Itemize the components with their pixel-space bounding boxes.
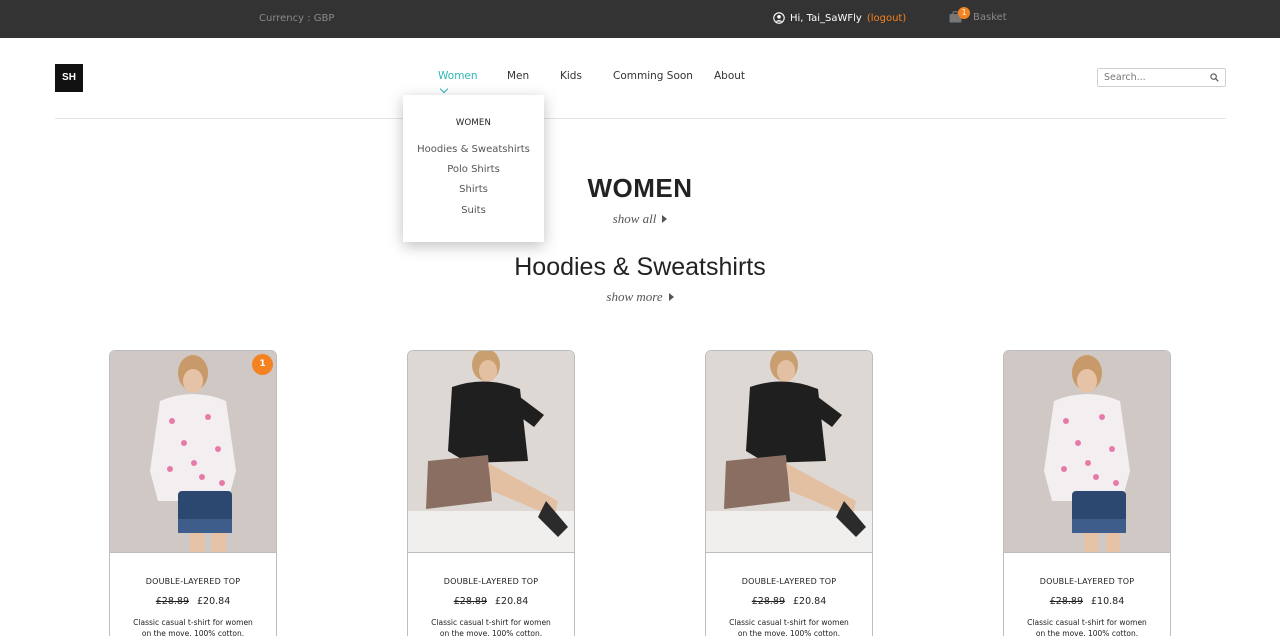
nav-item-kids[interactable]: Kids (560, 70, 582, 82)
current-price: £10.84 (1091, 596, 1125, 607)
category-title: WOMEN (587, 173, 693, 203)
product-image[interactable] (706, 351, 872, 553)
current-price: £20.84 (495, 596, 529, 607)
product-card[interactable]: DOUBLE-LAYERED TOP £28.89 £20.84 Classic … (705, 350, 873, 636)
product-image[interactable]: 1 (110, 351, 276, 553)
product-prices: £28.89 £10.84 (1004, 596, 1170, 607)
old-price: £28.89 (1049, 596, 1083, 607)
logout-link[interactable]: logout (871, 13, 903, 24)
main-nav: Women Men Kids Comming Soon About (0, 70, 1280, 90)
product-description: Classic casual t-shirt for women on the … (729, 618, 849, 636)
product-prices: £28.89 £20.84 (706, 596, 872, 607)
caret-right-icon (668, 293, 674, 301)
header-divider (55, 118, 1226, 119)
product-image[interactable] (1004, 351, 1170, 553)
current-price: £20.84 (793, 596, 827, 607)
nav-item-men[interactable]: Men (507, 70, 529, 82)
dropdown-item-hoodies[interactable]: Hoodies & Sweatshirts (403, 144, 544, 155)
product-title: DOUBLE-LAYERED TOP (1039, 577, 1135, 586)
product-card[interactable]: DOUBLE-LAYERED TOP £28.89 £20.84 Classic … (407, 350, 575, 636)
old-price: £28.89 (453, 596, 487, 607)
show-more-link[interactable]: show more (0, 289, 1280, 305)
nav-item-about[interactable]: About (714, 70, 745, 82)
women-dropdown-menu: WOMEN Hoodies & Sweatshirts Polo Shirts … (403, 95, 544, 242)
show-all-label: show all (612, 211, 657, 226)
product-prices: £28.89 £20.84 (110, 596, 276, 607)
old-price: £28.89 (155, 596, 189, 607)
product-card[interactable]: 1 DOUBLE-LAYERED TOP £28.89 £20.84 Classi… (109, 350, 277, 636)
product-title: DOUBLE-LAYERED TOP (145, 577, 241, 586)
product-description: Classic casual t-shirt for women on the … (431, 618, 551, 636)
product-title: DOUBLE-LAYERED TOP (443, 577, 539, 586)
show-more-label: show more (606, 289, 663, 304)
nav-item-women[interactable]: Women (438, 70, 478, 82)
basket-count-badge: 1 (958, 7, 970, 19)
product-badge: 1 (252, 354, 273, 375)
product-prices: £28.89 £20.84 (408, 596, 574, 607)
current-price: £20.84 (197, 596, 231, 607)
product-image[interactable] (408, 351, 574, 553)
dropdown-item-polo-shirts[interactable]: Polo Shirts (403, 164, 544, 175)
dropdown-item-shirts[interactable]: Shirts (403, 184, 544, 195)
search-icon[interactable] (1210, 73, 1219, 82)
product-description: Classic casual t-shirt for women on the … (1027, 618, 1147, 636)
old-price: £28.89 (751, 596, 785, 607)
caret-right-icon (662, 215, 668, 223)
dropdown-title: WOMEN (455, 118, 492, 128)
show-all-link[interactable]: show all (0, 211, 1280, 227)
search-input[interactable] (1104, 72, 1204, 83)
product-card[interactable]: DOUBLE-LAYERED TOP £28.89 £10.84 Classic … (1003, 350, 1171, 636)
user-greeting: Hi, Tai_SaWFly (logout) (773, 12, 906, 24)
product-description: Classic casual t-shirt for women on the … (133, 618, 253, 636)
user-icon (773, 12, 785, 24)
dropdown-item-suits[interactable]: Suits (403, 205, 544, 216)
basket-label: Basket (973, 12, 1007, 23)
basket-button[interactable]: Basket (948, 9, 1007, 24)
top-bar: Currency : GBP Hi, Tai_SaWFly (logout) B… (0, 0, 1280, 38)
greeting-text: Hi, Tai_SaWFly (790, 12, 862, 24)
search-box (1097, 68, 1226, 87)
currency-selector[interactable]: Currency : GBP (259, 13, 334, 24)
product-title: DOUBLE-LAYERED TOP (741, 577, 837, 586)
section-title: Hoodies & Sweatshirts (514, 253, 766, 281)
nav-item-coming-soon[interactable]: Comming Soon (613, 70, 693, 82)
